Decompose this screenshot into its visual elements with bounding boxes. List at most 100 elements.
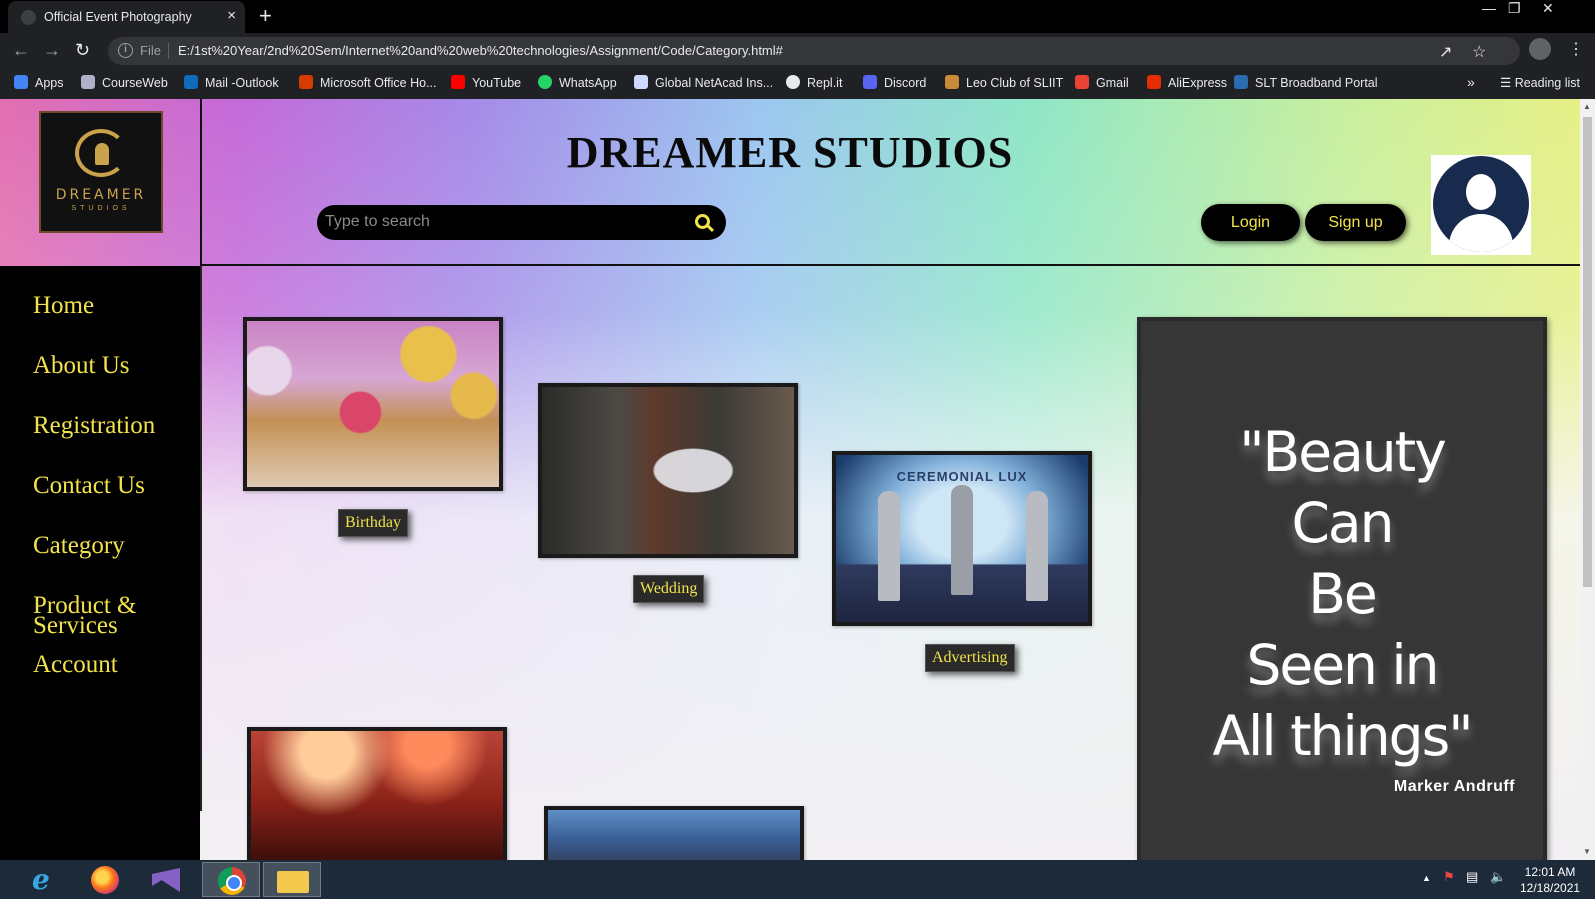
model-figure: [951, 485, 973, 595]
bookmark-label: Apps: [35, 76, 64, 90]
minimize-icon[interactable]: —: [1482, 0, 1496, 16]
user-icon: [1433, 156, 1529, 252]
nav-product-services[interactable]: Product & Services: [33, 593, 153, 638]
reading-list-button[interactable]: ☰ Reading list: [1500, 75, 1580, 90]
new-tab-button[interactable]: +: [259, 3, 272, 29]
url-text[interactable]: E:/1st%20Year/2nd%20Sem/Internet%20and%2…: [178, 43, 783, 58]
bookmark-label: WhatsApp: [559, 76, 617, 90]
bookmark-leo-club[interactable]: Leo Club of SLIIT: [945, 75, 1063, 90]
bookmark-slt[interactable]: SLT Broadband Portal: [1234, 75, 1378, 90]
restore-icon[interactable]: ❐: [1508, 0, 1521, 17]
bookmark-label: Repl.it: [807, 76, 843, 90]
nav-category[interactable]: Category: [33, 533, 193, 558]
profile-avatar-icon[interactable]: [1529, 38, 1551, 60]
bookmark-label: Discord: [884, 76, 927, 90]
advertising-photo[interactable]: CEREMONIAL LUX: [832, 451, 1092, 626]
graduation-photo[interactable]: [544, 806, 804, 860]
search-input[interactable]: [325, 210, 675, 234]
taskbar-file-explorer[interactable]: [263, 862, 321, 897]
concert-photo[interactable]: [247, 727, 507, 860]
nav-contact-us[interactable]: Contact Us: [33, 473, 193, 498]
slt-icon: [1234, 75, 1248, 89]
search-icon[interactable]: [695, 214, 710, 229]
page-scrollbar[interactable]: ▲ ▼: [1580, 99, 1595, 860]
scrollbar-thumb[interactable]: [1583, 117, 1592, 587]
windows-taskbar: e ▲ ⚑ ▤ 🔈 12:01 AM 12/18/2021: [0, 860, 1595, 899]
kebab-menu-icon[interactable]: ⋮: [1568, 39, 1584, 59]
scroll-down-icon[interactable]: ▼: [1583, 847, 1591, 856]
chrome-icon: [218, 867, 246, 895]
bookmark-label: YouTube: [472, 76, 522, 90]
info-icon[interactable]: i: [118, 43, 133, 58]
taskbar-internet-explorer[interactable]: e: [14, 862, 72, 897]
tab-close-icon[interactable]: ×: [227, 7, 236, 24]
system-clock[interactable]: 12:01 AM 12/18/2021: [1520, 864, 1580, 896]
reload-icon[interactable]: ↻: [75, 40, 90, 61]
sidebar-edge: [200, 266, 202, 811]
courseweb-icon: [81, 75, 95, 89]
site-logo[interactable]: DREAMER STUDIOS: [39, 111, 163, 233]
window-close-icon[interactable]: ✕: [1542, 0, 1554, 17]
bookmark-youtube[interactable]: YouTube: [451, 75, 521, 90]
advertising-sign-text: CEREMONIAL LUX: [896, 469, 1028, 484]
taskbar-firefox[interactable]: [75, 862, 133, 897]
action-center-flag-icon[interactable]: ⚑: [1443, 869, 1455, 885]
discord-icon: [863, 75, 877, 89]
bookmark-netacad[interactable]: Global NetAcad Ins...: [634, 75, 773, 90]
folder-icon: [277, 871, 309, 893]
back-icon[interactable]: ←: [12, 40, 30, 61]
more-bookmarks-icon[interactable]: »: [1467, 74, 1475, 90]
share-icon[interactable]: ↗: [1439, 42, 1452, 62]
quote-author: Marker Andruff: [1393, 778, 1515, 795]
bookmark-discord[interactable]: Discord: [863, 75, 926, 90]
taskbar-visual-studio[interactable]: [136, 862, 194, 897]
bookmark-courseweb[interactable]: CourseWeb: [81, 75, 168, 90]
tray-expand-icon[interactable]: ▲: [1422, 873, 1431, 883]
quote-line: All things": [1212, 704, 1473, 768]
bookmark-whatsapp[interactable]: WhatsApp: [538, 75, 617, 90]
nav-home[interactable]: Home: [33, 293, 193, 318]
omnibox-divider: [168, 43, 169, 59]
whatsapp-icon: [538, 75, 552, 89]
reading-list-label: Reading list: [1514, 76, 1581, 90]
volume-icon[interactable]: 🔈: [1490, 869, 1506, 885]
birthday-caption[interactable]: Birthday: [338, 509, 408, 537]
bookmark-label: Microsoft Office Ho...: [320, 76, 437, 90]
bookmark-apps[interactable]: Apps: [14, 75, 64, 90]
aliexpress-icon: [1147, 75, 1161, 89]
bookmark-gmail[interactable]: Gmail: [1075, 75, 1129, 90]
forward-icon[interactable]: →: [43, 40, 61, 61]
wedding-caption[interactable]: Wedding: [633, 575, 705, 603]
model-figure: [1026, 491, 1048, 601]
taskbar-chrome[interactable]: [202, 862, 260, 897]
replit-icon: [786, 75, 800, 89]
bookmark-outlook[interactable]: Mail -Outlook: [184, 75, 279, 90]
bookmark-replit[interactable]: Repl.it: [786, 75, 842, 90]
search-bar: [317, 205, 726, 240]
bookmark-office[interactable]: Microsoft Office Ho...: [299, 75, 436, 90]
network-icon[interactable]: ▤: [1466, 869, 1478, 885]
nav-about-us[interactable]: About Us: [33, 353, 193, 378]
login-button[interactable]: Login: [1201, 204, 1300, 241]
netacad-icon: [634, 75, 648, 89]
browser-tab[interactable]: Official Event Photography ×: [8, 1, 245, 33]
signup-button[interactable]: Sign up: [1305, 204, 1406, 241]
address-bar[interactable]: i File E:/1st%20Year/2nd%20Sem/Internet%…: [108, 37, 1520, 65]
model-figure: [878, 491, 900, 601]
nav-registration[interactable]: Registration: [33, 413, 193, 438]
quote-line: "Beauty: [1239, 420, 1447, 484]
wedding-photo[interactable]: [538, 383, 798, 558]
user-avatar[interactable]: [1431, 155, 1531, 255]
scroll-up-icon[interactable]: ▲: [1583, 102, 1591, 111]
birthday-photo[interactable]: [243, 317, 503, 491]
bookmark-star-icon[interactable]: ☆: [1472, 42, 1486, 62]
internet-explorer-icon: e: [32, 863, 50, 896]
reading-list-icon: ☰: [1500, 76, 1515, 90]
advertising-caption[interactable]: Advertising: [925, 644, 1015, 672]
nav-account[interactable]: Account: [33, 652, 193, 677]
header-divider-horizontal: [200, 264, 1580, 266]
logo-subtext: STUDIOS: [71, 205, 131, 212]
outlook-icon: [184, 75, 198, 89]
bookmark-aliexpress[interactable]: AliExpress: [1147, 75, 1227, 90]
sidebar-nav: Home About Us Registration Contact Us Ca…: [0, 266, 200, 860]
